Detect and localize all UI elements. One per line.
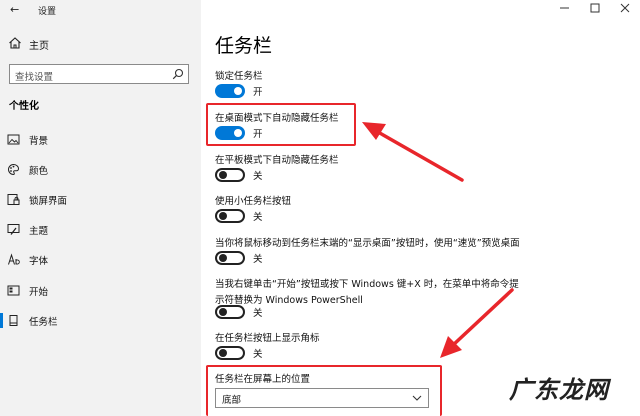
sidebar-item-lock-screen[interactable]: 锁屏界面 [0,191,201,209]
setting-title: 任务栏在屏幕上的位置 [215,374,311,385]
autohide-desktop-toggle[interactable] [215,126,245,140]
watermark: 广东龙网 [509,375,609,404]
search-icon[interactable] [172,68,184,80]
sidebar-item-label: 锁屏界面 [29,196,68,207]
sidebar-item-themes[interactable]: 主题 [0,221,201,239]
minimize-icon [560,7,569,9]
setting-title: 当你将鼠标移动到任务栏末端的“显示桌面”按钮时，使用“速览”预览桌面 [215,238,520,249]
maximize-button[interactable] [580,0,610,18]
sidebar-item-background[interactable]: 背景 [0,131,201,149]
badges-toggle[interactable] [215,346,245,360]
close-button[interactable] [610,0,640,18]
toggle-knob [234,87,242,95]
back-arrow-icon[interactable]: ← [10,3,19,16]
lock-screen-icon [7,194,20,205]
toggle-state: 关 [253,212,263,223]
font-icon [8,253,20,265]
image-icon [7,134,20,145]
sidebar-item-label: 任务栏 [29,317,58,328]
page-title: 任务栏 [215,35,273,57]
sidebar-item-label: 主页 [29,41,49,52]
app-title: 设置 [38,7,57,17]
taskbar-icon [9,315,18,326]
setting-powershell: 当我右键单击“开始”按钮或按下 Windows 键+X 时，在菜单中将命令提 示… [215,276,519,306]
toggle-state: 关 [253,308,263,319]
setting-title-line2: 示符替换为 Windows PowerShell [215,295,363,306]
dropdown-value: 底部 [222,395,242,406]
sidebar-item-label: 背景 [29,136,49,147]
lock-taskbar-toggle[interactable] [215,84,245,98]
window-controls [550,0,640,18]
setting-position: 任务栏在屏幕上的位置 [215,371,310,385]
setting-title: 在桌面模式下自动隐藏任务栏 [215,113,339,124]
toggle-state: 关 [253,349,263,360]
sidebar: ← 设置 主页 查找设置 个性化 背景 颜色 锁屏界面 主题 字体 开始 任务栏 [0,0,201,416]
toggle-knob [219,254,227,262]
titlebar: ← 设置 [0,0,201,20]
sidebar-item-fonts[interactable]: 字体 [0,251,201,269]
search-input[interactable]: 查找设置 [9,64,189,84]
sidebar-item-colors[interactable]: 颜色 [0,161,201,179]
maximize-icon [590,3,600,13]
palette-icon [8,163,20,176]
toggle-knob [219,212,227,220]
sidebar-item-label: 开始 [29,287,49,298]
setting-title: 在任务栏按钮上显示角标 [215,333,320,344]
settings-window: ← 设置 主页 查找设置 个性化 背景 颜色 锁屏界面 主题 字体 开始 任务栏… [0,0,640,416]
chevron-down-icon [412,395,422,401]
search-placeholder: 查找设置 [15,72,54,83]
toggle-state: 关 [253,171,263,182]
main-content: 任务栏 锁定任务栏 开 在桌面模式下自动隐藏任务栏 开 在平板模式下自动隐藏任务… [201,0,640,416]
sidebar-item-label: 颜色 [29,166,49,177]
sidebar-item-label: 字体 [29,256,49,267]
taskbar-position-dropdown[interactable]: 底部 [215,388,429,408]
setting-peek: 当你将鼠标移动到任务栏末端的“显示桌面”按钮时，使用“速览”预览桌面 [215,235,520,249]
powershell-toggle[interactable] [215,305,245,319]
minimize-button[interactable] [550,0,580,18]
sidebar-item-home[interactable]: 主页 [0,35,201,53]
setting-title: 锁定任务栏 [215,71,263,82]
setting-title: 使用小任务栏按钮 [215,196,292,207]
setting-badges: 在任务栏按钮上显示角标 [215,330,320,344]
setting-small-buttons: 使用小任务栏按钮 [215,193,291,207]
section-heading: 个性化 [9,101,39,112]
small-buttons-toggle[interactable] [215,209,245,223]
toggle-knob [219,308,227,316]
autohide-tablet-toggle[interactable] [215,168,245,182]
toggle-state: 关 [253,254,263,265]
toggle-knob [234,129,242,137]
home-icon [9,37,21,49]
toggle-state: 开 [253,129,263,140]
sidebar-item-label: 主题 [29,226,49,237]
toggle-state: 开 [253,87,263,98]
setting-autohide-desktop: 在桌面模式下自动隐藏任务栏 [215,110,339,124]
setting-lock-taskbar: 锁定任务栏 [215,68,263,82]
setting-title-line1: 当我右键单击“开始”按钮或按下 Windows 键+X 时，在菜单中将命令提 [215,279,519,290]
start-menu-icon [7,285,20,296]
toggle-knob [219,171,227,179]
setting-title: 在平板模式下自动隐藏任务栏 [215,155,339,166]
toggle-knob [219,349,227,357]
active-indicator [0,313,3,328]
sidebar-item-start[interactable]: 开始 [0,282,201,300]
close-icon [620,3,630,13]
sidebar-item-taskbar[interactable]: 任务栏 [0,312,201,330]
setting-autohide-tablet: 在平板模式下自动隐藏任务栏 [215,152,339,166]
peek-toggle[interactable] [215,251,245,265]
brush-icon [7,224,20,235]
